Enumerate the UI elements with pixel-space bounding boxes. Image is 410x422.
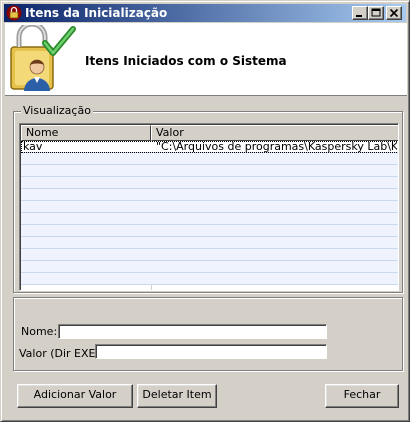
- title-bar[interactable]: Itens da Inicialização: [4, 4, 406, 22]
- empty-table-row[interactable]: [21, 165, 398, 177]
- empty-table-row[interactable]: [21, 249, 398, 261]
- app-lock-icon: [6, 5, 22, 21]
- window-title: Itens da Inicialização: [25, 6, 168, 20]
- startup-items-list[interactable]: Nome Valor kav "C:\Arquivos de programas\…: [19, 123, 399, 291]
- empty-table-row[interactable]: [21, 261, 398, 273]
- cell-name: kav: [23, 141, 43, 153]
- value-exe-input[interactable]: [95, 344, 327, 359]
- header-title: Itens Iniciados com o Sistema: [85, 54, 287, 68]
- add-value-button[interactable]: Adicionar Valor: [17, 384, 133, 408]
- empty-table-row[interactable]: [21, 237, 398, 249]
- list-header: Nome Valor: [21, 125, 398, 141]
- column-header-value[interactable]: Valor: [151, 125, 398, 141]
- list-body: kav "C:\Arquivos de programas\Kaspersky L…: [21, 141, 398, 290]
- close-window-button[interactable]: [386, 6, 402, 20]
- empty-table-row[interactable]: [21, 189, 398, 201]
- app-window: Itens da Inicialização Itens Iniciados c…: [0, 0, 410, 422]
- empty-table-row[interactable]: [21, 177, 398, 189]
- close-icon: [389, 8, 399, 18]
- minimize-icon: [356, 15, 362, 17]
- empty-table-row[interactable]: [21, 213, 398, 225]
- header-banner: Itens Iniciados com o Sistema: [5, 21, 407, 96]
- minimize-button[interactable]: [352, 6, 368, 20]
- empty-table-row[interactable]: [21, 153, 398, 165]
- close-button[interactable]: Fechar: [325, 384, 399, 408]
- name-input[interactable]: [58, 324, 327, 339]
- table-row[interactable]: kav "C:\Arquivos de programas\Kaspersky L…: [21, 141, 398, 153]
- empty-table-row[interactable]: [21, 225, 398, 237]
- empty-table-row[interactable]: [21, 201, 398, 213]
- cell-value: "C:\Arquivos de programas\Kaspersky Lab\…: [156, 141, 397, 153]
- column-header-name[interactable]: Nome: [21, 125, 151, 141]
- visualization-group-label: Visualização: [21, 104, 93, 117]
- delete-item-button[interactable]: Deletar Item: [137, 384, 217, 408]
- security-lock-user-icon: [7, 21, 77, 96]
- maximize-icon: [371, 8, 381, 17]
- name-label: Nome:: [21, 325, 58, 338]
- maximize-button[interactable]: [368, 6, 384, 20]
- empty-table-row[interactable]: [21, 273, 398, 285]
- value-label: Valor (Dir EXE): [19, 347, 100, 360]
